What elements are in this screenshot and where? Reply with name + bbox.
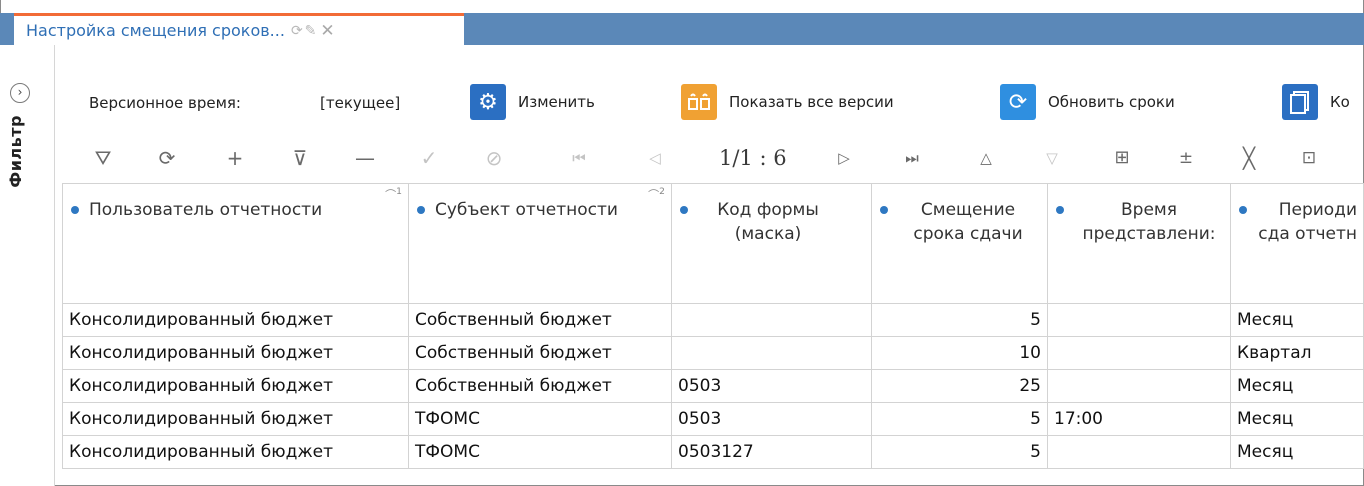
grid-layout-icon[interactable]: ⊞ — [1108, 138, 1136, 178]
cancel-icon[interactable]: ⊘ — [480, 138, 508, 178]
expand-all-icon[interactable]: ± — [1172, 138, 1200, 178]
edit-button[interactable]: ⚙ Изменить — [470, 80, 595, 124]
tab-active[interactable]: Настройка смещения сроков... ⟳ ✎ ✕ — [14, 13, 464, 45]
table-row[interactable]: Консолидированный бюджет ТФОМС 0503127 5… — [62, 435, 1364, 469]
column-marker-icon — [417, 206, 425, 214]
table-cell[interactable] — [1047, 303, 1231, 337]
table-cell[interactable]: ТФОМС — [408, 402, 672, 436]
action-bar: Версионное время: [текущее] ⚙ Изменить П… — [55, 80, 1364, 124]
edit-button-label: Изменить — [518, 93, 595, 111]
version-time-label: Версионное время: — [89, 94, 241, 112]
sort-icon: ⌒1 — [385, 186, 402, 202]
table-cell[interactable]: Собственный бюджет — [408, 303, 672, 337]
column-marker-icon — [880, 206, 888, 214]
table-cell[interactable]: Консолидированный бюджет — [62, 369, 409, 403]
column-header[interactable]: Периоди сда отчетн — [1230, 183, 1364, 304]
header-row: Пользователь отчетности ⌒1 Субъект отчет… — [62, 183, 1364, 304]
refresh-icon[interactable]: ⟳ — [153, 138, 181, 178]
column-header[interactable]: Время представлени: — [1047, 183, 1231, 304]
copy-button[interactable]: Ко — [1282, 80, 1350, 124]
column-marker-icon — [71, 206, 79, 214]
prev-page-icon[interactable]: ◁ — [641, 138, 669, 178]
update-terms-button[interactable]: ⟳ Обновить сроки — [1000, 80, 1175, 124]
refresh-icon: ⟳ — [1000, 84, 1036, 120]
table-cell[interactable]: 5 — [871, 303, 1048, 337]
tab-title[interactable]: Настройка смещения сроков... — [26, 21, 285, 40]
add-icon[interactable]: + — [221, 138, 249, 178]
clear-icon[interactable]: ╳ — [1235, 138, 1263, 178]
update-terms-label: Обновить сроки — [1048, 93, 1175, 111]
dropdown-icon[interactable]: ⊡ — [1295, 138, 1323, 178]
column-marker-icon — [1056, 206, 1064, 214]
copy-icon — [1282, 84, 1318, 120]
table-cell[interactable]: Месяц — [1230, 402, 1364, 436]
move-down-icon[interactable]: ▽ — [1038, 138, 1066, 178]
column-header[interactable]: Субъект отчетности ⌒2 — [408, 183, 672, 304]
copy-button-label: Ко — [1330, 93, 1350, 111]
table-cell[interactable]: Консолидированный бюджет — [62, 303, 409, 337]
table-row[interactable]: Консолидированный бюджет ТФОМС 0503 5 17… — [62, 402, 1364, 436]
next-page-icon[interactable]: ▷ — [830, 138, 858, 178]
gear-icon: ⚙ — [470, 84, 506, 120]
pager-text: 1/1 : 6 — [719, 146, 787, 170]
table-cell[interactable]: 5 — [871, 435, 1048, 469]
table-cell[interactable]: 0503 — [671, 369, 872, 403]
table-cell[interactable] — [671, 303, 872, 337]
table-cell[interactable] — [1047, 435, 1231, 469]
table-cell[interactable]: 25 — [871, 369, 1048, 403]
check-icon[interactable]: ✓ — [415, 138, 443, 178]
refresh-icon[interactable]: ⟳ — [291, 23, 303, 39]
table-cell[interactable]: Консолидированный бюджет — [62, 402, 409, 436]
table-cell[interactable]: Собственный бюджет — [408, 369, 672, 403]
filter-sidebar: › Фильтр — [0, 45, 55, 486]
expand-icon[interactable]: › — [10, 83, 30, 103]
close-icon[interactable]: ✕ — [320, 21, 334, 41]
table-cell[interactable]: 17:00 — [1047, 402, 1231, 436]
table-cell[interactable]: Квартал — [1230, 336, 1364, 370]
table-cell[interactable] — [671, 336, 872, 370]
versions-icon — [681, 84, 717, 120]
table-cell[interactable]: Месяц — [1230, 369, 1364, 403]
table-cell[interactable]: Консолидированный бюджет — [62, 435, 409, 469]
move-up-icon[interactable]: △ — [972, 138, 1000, 178]
column-header[interactable]: Код формы (маска) — [671, 183, 872, 304]
table-row[interactable]: Консолидированный бюджет Собственный бюд… — [62, 369, 1364, 403]
remove-icon[interactable]: — — [351, 138, 379, 178]
version-time-value[interactable]: [текущее] — [320, 94, 400, 112]
table-cell[interactable]: 0503 — [671, 402, 872, 436]
table-cell[interactable]: ТФОМС — [408, 435, 672, 469]
show-versions-label: Показать все версии — [729, 93, 894, 111]
column-marker-icon — [680, 206, 688, 214]
table-cell[interactable]: 0503127 — [671, 435, 872, 469]
show-versions-button[interactable]: Показать все версии — [681, 80, 894, 124]
filter-row-icon[interactable]: ⊽ — [286, 138, 314, 178]
first-page-icon[interactable]: ⏮ — [565, 138, 593, 178]
column-header[interactable]: Смещение срока сдачи — [871, 183, 1048, 304]
column-header[interactable]: Пользователь отчетности ⌒1 — [62, 183, 409, 304]
table-cell[interactable]: Консолидированный бюджет — [62, 336, 409, 370]
table-cell[interactable]: Месяц — [1230, 303, 1364, 337]
tab-strip: Настройка смещения сроков... ⟳ ✎ ✕ — [0, 13, 1364, 45]
table-row[interactable]: Консолидированный бюджет Собственный бюд… — [62, 303, 1364, 337]
column-marker-icon — [1239, 206, 1247, 214]
table-cell[interactable] — [1047, 336, 1231, 370]
grid-toolbar: ⛛ ⟳ + ⊽ — ✓ ⊘ ⏮ ◁ 1/1 : 6 ▷ ⏭ △ ▽ ⊞ ± ╳ … — [55, 138, 1364, 178]
table-cell[interactable]: 5 — [871, 402, 1048, 436]
table-cell[interactable]: 10 — [871, 336, 1048, 370]
filter-label[interactable]: Фильтр — [6, 115, 25, 188]
filter-icon[interactable]: ⛛ — [89, 138, 117, 178]
table-cell[interactable]: Месяц — [1230, 435, 1364, 469]
table-cell[interactable]: Собственный бюджет — [408, 336, 672, 370]
data-grid: Пользователь отчетности ⌒1 Субъект отчет… — [62, 183, 1364, 469]
last-page-icon[interactable]: ⏭ — [898, 138, 926, 178]
table-cell[interactable] — [1047, 369, 1231, 403]
sort-icon: ⌒2 — [648, 186, 665, 202]
pin-icon[interactable]: ✎ — [305, 23, 317, 39]
table-row[interactable]: Консолидированный бюджет Собственный бюд… — [62, 336, 1364, 370]
